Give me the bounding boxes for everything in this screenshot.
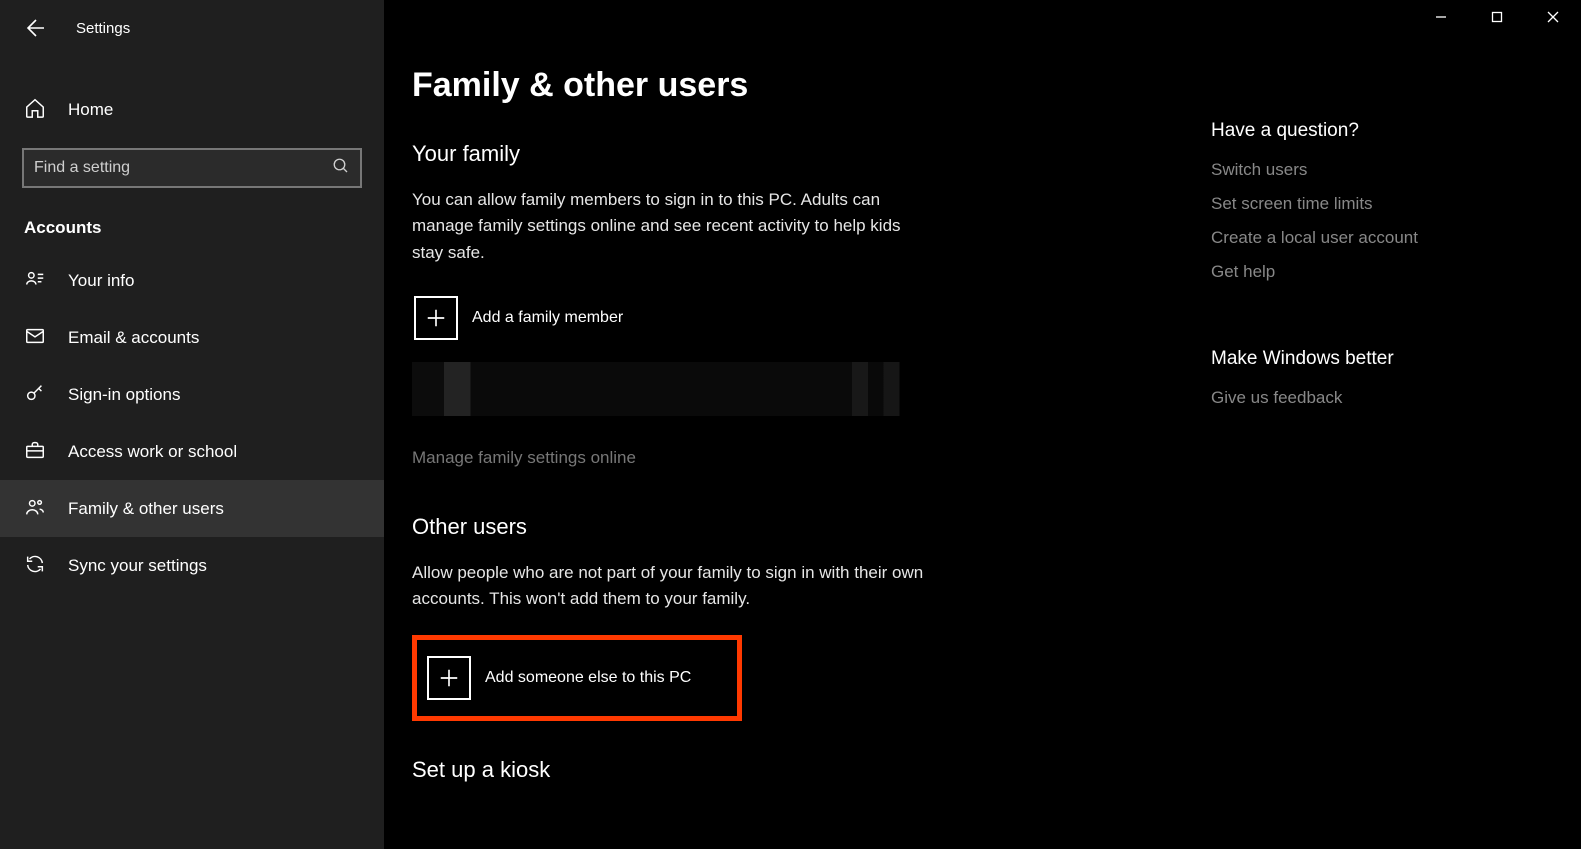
highlight-frame: Add someone else to this PC xyxy=(412,635,742,721)
sidebar-item-your-info[interactable]: Your info xyxy=(0,252,384,309)
content-column: Family & other users Your family You can… xyxy=(384,0,1194,849)
maximize-button[interactable] xyxy=(1469,0,1525,34)
help-link-get-help[interactable]: Get help xyxy=(1211,262,1541,282)
question-heading: Have a question? xyxy=(1211,120,1541,142)
have-a-question-block: Have a question? Switch users Set screen… xyxy=(1211,120,1541,282)
people-icon xyxy=(24,496,46,522)
make-windows-better-block: Make Windows better Give us feedback xyxy=(1211,348,1541,408)
feedback-link[interactable]: Give us feedback xyxy=(1211,388,1541,408)
plus-icon xyxy=(427,656,471,700)
sidebar-item-sync-settings[interactable]: Sync your settings xyxy=(0,537,384,594)
sidebar-item-access-work-school[interactable]: Access work or school xyxy=(0,423,384,480)
add-family-member-label: Add a family member xyxy=(472,309,623,327)
user-card-icon xyxy=(24,268,46,294)
mail-icon xyxy=(24,325,46,351)
your-family-description: You can allow family members to sign in … xyxy=(412,187,932,266)
close-button[interactable] xyxy=(1525,0,1581,34)
add-family-member-button[interactable]: Add a family member xyxy=(412,292,633,344)
sidebar-home-label: Home xyxy=(68,100,113,120)
help-link-create-local-account[interactable]: Create a local user account xyxy=(1211,228,1541,248)
sidebar-item-sign-in-options[interactable]: Sign-in options xyxy=(0,366,384,423)
sidebar-item-label: Family & other users xyxy=(68,499,224,519)
minimize-button[interactable] xyxy=(1413,0,1469,34)
back-arrow-icon[interactable] xyxy=(22,16,46,40)
sidebar-item-label: Sync your settings xyxy=(68,556,207,576)
sidebar-item-label: Sign-in options xyxy=(68,385,180,405)
page-title: Family & other users xyxy=(412,66,1154,105)
search-input[interactable] xyxy=(34,159,332,177)
kiosk-heading: Set up a kiosk xyxy=(412,757,1154,783)
add-other-user-button[interactable]: Add someone else to this PC xyxy=(425,652,725,704)
manage-family-link[interactable]: Manage family settings online xyxy=(412,448,636,468)
sync-icon xyxy=(24,553,46,579)
sidebar-nav: Your info Email & accounts Sign-in optio… xyxy=(0,252,384,594)
help-pane: Have a question? Switch users Set screen… xyxy=(1211,120,1541,422)
family-member-redacted xyxy=(412,362,942,416)
sidebar-item-label: Access work or school xyxy=(68,442,237,462)
search-box[interactable] xyxy=(22,148,362,188)
help-link-screen-time[interactable]: Set screen time limits xyxy=(1211,194,1541,214)
main: Family & other users Your family You can… xyxy=(384,0,1581,849)
other-users-heading: Other users xyxy=(412,514,1154,540)
sidebar-item-label: Email & accounts xyxy=(68,328,199,348)
window-controls xyxy=(1413,0,1581,34)
sidebar-item-label: Your info xyxy=(68,271,134,291)
sidebar-item-family-other-users[interactable]: Family & other users xyxy=(0,480,384,537)
plus-icon xyxy=(414,296,458,340)
sidebar-section-title: Accounts xyxy=(24,218,360,238)
key-icon xyxy=(24,382,46,408)
sidebar: Settings Home Accounts Your info Email &… xyxy=(0,0,384,849)
briefcase-icon xyxy=(24,439,46,465)
sidebar-header: Settings xyxy=(0,6,384,50)
sidebar-home[interactable]: Home xyxy=(0,90,384,130)
home-icon xyxy=(24,97,46,123)
add-other-user-label: Add someone else to this PC xyxy=(485,669,691,687)
your-family-heading: Your family xyxy=(412,141,1154,167)
other-users-description: Allow people who are not part of your fa… xyxy=(412,560,932,613)
feedback-heading: Make Windows better xyxy=(1211,348,1541,370)
help-link-switch-users[interactable]: Switch users xyxy=(1211,160,1541,180)
search-icon xyxy=(332,157,350,179)
window-title: Settings xyxy=(76,20,130,37)
sidebar-item-email-accounts[interactable]: Email & accounts xyxy=(0,309,384,366)
